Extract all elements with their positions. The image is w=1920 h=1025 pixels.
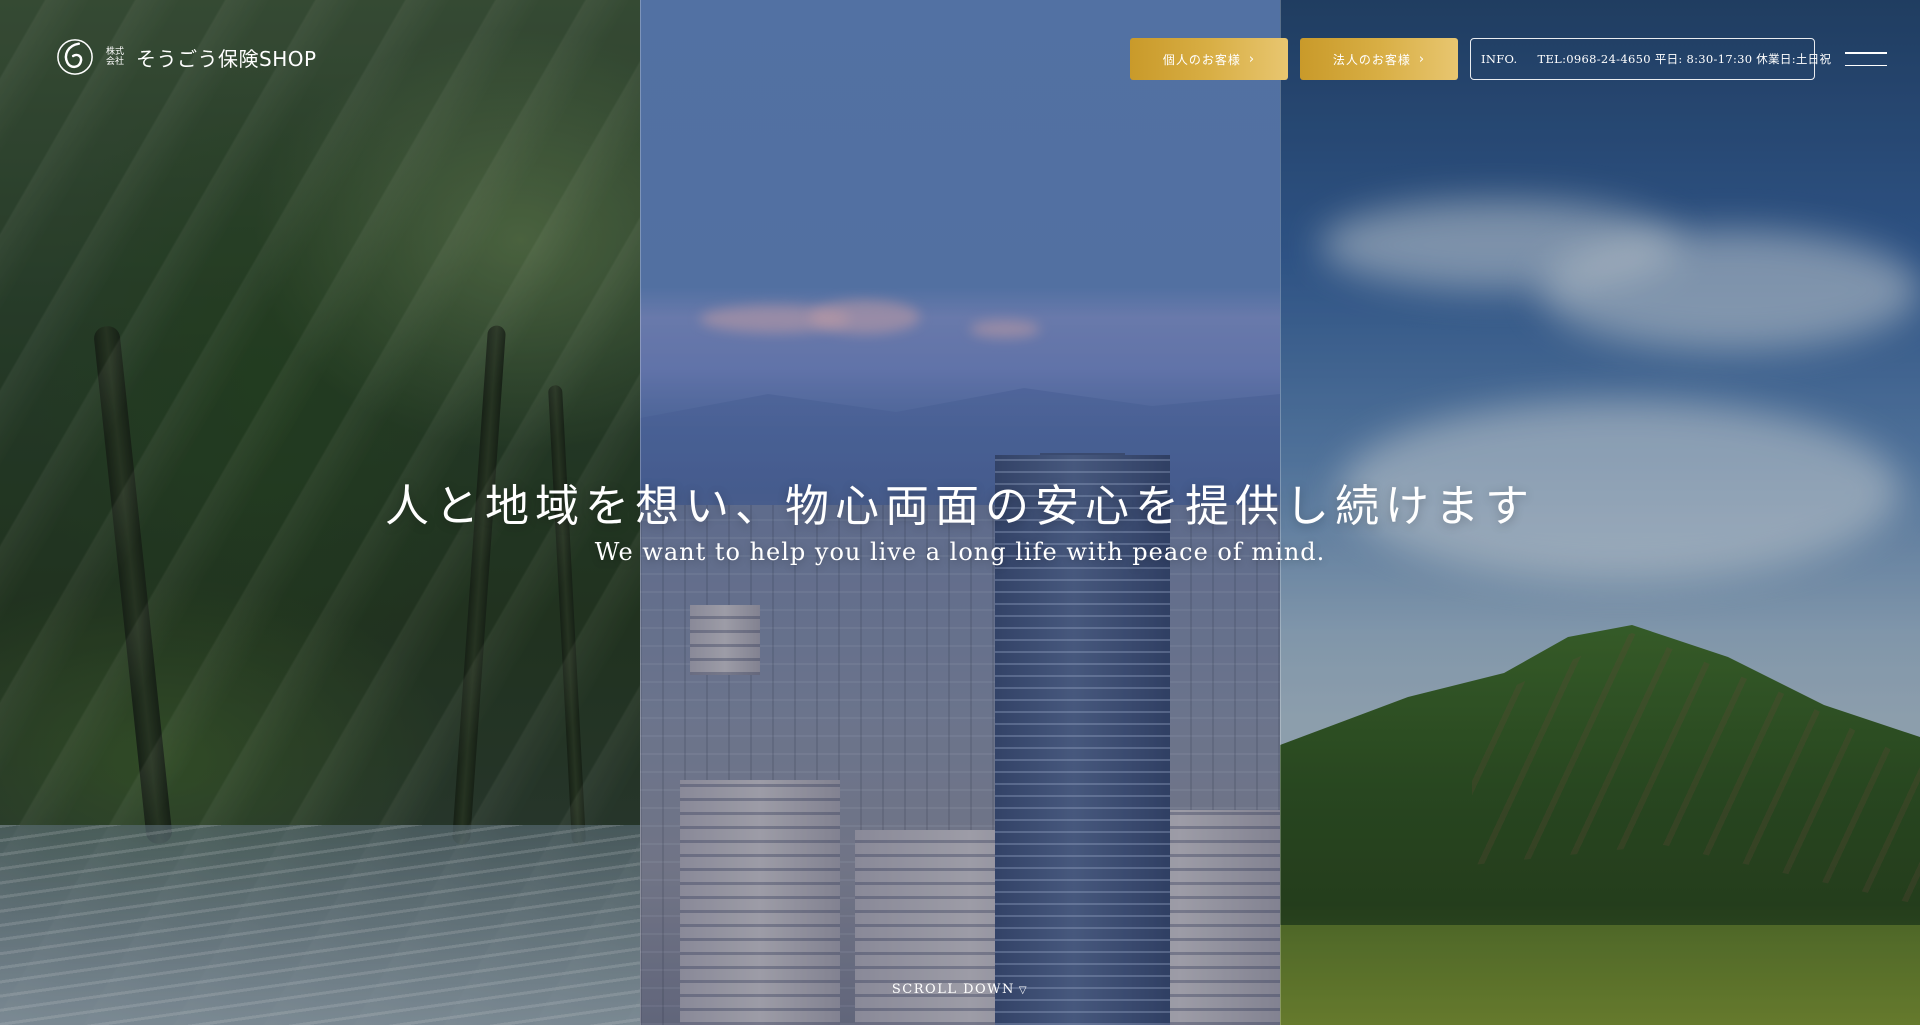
hero-headline: 人と地域を想い、物心両面の安心を提供し続けます bbox=[385, 481, 1535, 532]
corporate-customers-button[interactable]: 法人のお客様 › bbox=[1300, 38, 1458, 80]
info-label: INFO. bbox=[1481, 52, 1518, 66]
logo-name: そうごう保険SHOP bbox=[136, 46, 317, 71]
individual-customers-button[interactable]: 個人のお客様 › bbox=[1130, 38, 1288, 80]
chevron-right-icon: › bbox=[1418, 51, 1426, 67]
hamburger-menu-icon[interactable] bbox=[1845, 52, 1887, 66]
scroll-down-link[interactable]: SCROLL DOWN ▽ bbox=[0, 982, 1920, 997]
contact-phone-hours: TEL:0968-24-4650 平日: 8:30-17:30 休業日:土日祝 bbox=[1537, 52, 1832, 66]
site-logo[interactable]: 株式 会社 そうごう保険SHOP bbox=[56, 38, 317, 76]
chevron-right-icon: › bbox=[1248, 51, 1256, 67]
triangle-down-icon: ▽ bbox=[1018, 985, 1029, 996]
contact-info-box[interactable]: INFO. TEL:0968-24-4650 平日: 8:30-17:30 休業… bbox=[1470, 38, 1831, 80]
scroll-down-label: SCROLL DOWN bbox=[891, 982, 1015, 997]
hero-section: 株式 会社 そうごう保険SHOP 個人のお客様 › 法人のお客様 › INFO.… bbox=[0, 0, 1920, 1025]
logo-prefix-bottom: 会社 bbox=[106, 57, 125, 67]
logo-company-type: 株式 会社 bbox=[106, 47, 124, 67]
corporate-customers-label: 法人のお客様 bbox=[1332, 52, 1411, 67]
logo-prefix-top: 株式 bbox=[106, 47, 125, 57]
menu-line bbox=[1845, 64, 1887, 66]
hero-subline: We want to help you live a long life wit… bbox=[594, 538, 1326, 566]
menu-line bbox=[1845, 52, 1887, 54]
individual-customers-label: 個人のお客様 bbox=[1162, 52, 1241, 67]
swirl-logo-icon bbox=[57, 39, 93, 75]
